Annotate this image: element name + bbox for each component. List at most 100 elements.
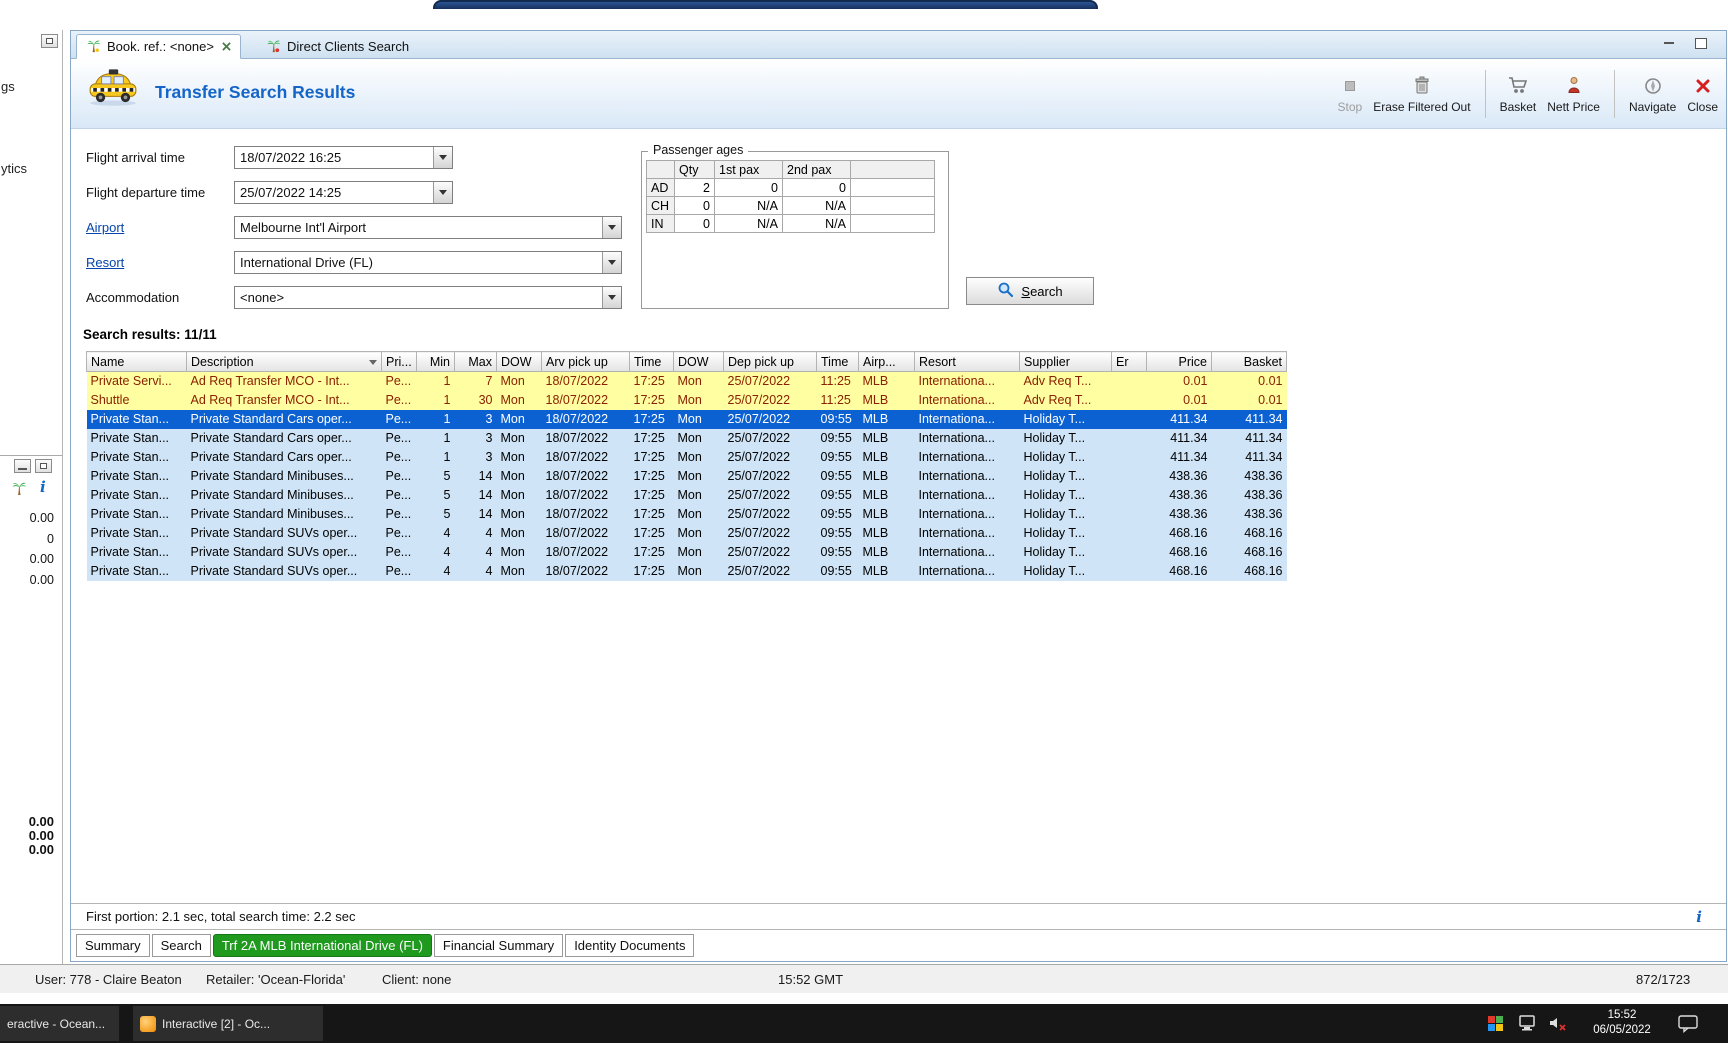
pane-minimize-button[interactable] xyxy=(14,459,31,473)
maximize-button[interactable] xyxy=(1693,37,1708,50)
accommodation-input[interactable] xyxy=(235,286,602,308)
result-cell: 3 xyxy=(485,450,493,464)
result-cell: 18/07/2022 xyxy=(545,450,609,464)
column-header[interactable]: Basket xyxy=(1211,351,1287,372)
result-cell: Private Stan... xyxy=(90,564,170,578)
result-cell: 5 xyxy=(443,488,451,502)
result-row[interactable]: Private Stan... Private Standard Minibuse… xyxy=(86,485,1287,505)
flight-departure-time-input[interactable] xyxy=(235,181,433,203)
minimize-button[interactable] xyxy=(1662,37,1677,50)
result-cell: 18/07/2022 xyxy=(545,393,609,407)
airport-link[interactable]: Airport xyxy=(86,220,124,235)
result-cell: 14 xyxy=(478,507,493,521)
notification-icon[interactable] xyxy=(1678,1015,1699,1038)
result-row[interactable]: Private Stan... Private Standard Cars ope… xyxy=(86,428,1287,448)
result-cell xyxy=(1112,486,1147,505)
column-header[interactable]: Min xyxy=(416,351,455,372)
result-cell: Holiday T... xyxy=(1023,488,1086,502)
column-header[interactable]: Description xyxy=(186,351,382,372)
toolbar-separator xyxy=(1484,70,1486,118)
result-row[interactable]: Private Stan... Private Standard Minibuse… xyxy=(86,504,1287,524)
network-icon[interactable] xyxy=(1518,1014,1538,1037)
search-form: Flight arrival time Flight departure tim… xyxy=(71,129,1726,321)
tab-direct-clients-search[interactable]: Direct Clients Search xyxy=(257,34,418,59)
erase-filtered-out-button[interactable]: Erase Filtered Out xyxy=(1373,75,1471,114)
basket-button[interactable]: Basket xyxy=(1500,75,1536,114)
result-cell: 09:55 xyxy=(820,545,852,559)
airport-input[interactable] xyxy=(235,216,602,238)
nett-price-button[interactable]: Nett Price xyxy=(1547,75,1600,114)
column-header[interactable]: Time xyxy=(816,351,859,372)
tab-book-ref[interactable]: Book. ref.: <none> xyxy=(76,34,241,59)
column-header[interactable]: Airp... xyxy=(858,351,915,372)
tab-search[interactable]: Search xyxy=(151,934,211,957)
tray-clock[interactable]: 15:52 06/05/2022 xyxy=(1582,1008,1662,1038)
result-cell: Pe... xyxy=(385,431,412,445)
column-header[interactable]: Time xyxy=(629,351,674,372)
result-row[interactable]: Private Stan... Private Standard SUVs ope… xyxy=(86,561,1287,581)
result-cell xyxy=(1112,467,1147,486)
pax-row-infants[interactable]: IN 0 N/A N/A xyxy=(646,214,935,233)
column-header[interactable]: Resort xyxy=(914,351,1020,372)
result-cell: MLB xyxy=(862,526,889,540)
result-cell: 25/07/2022 xyxy=(727,488,791,502)
resort-link[interactable]: Resort xyxy=(86,255,124,270)
result-cell: Private Stan... xyxy=(90,507,170,521)
result-cell: Pe... xyxy=(385,450,412,464)
result-cell: 411.34 xyxy=(1245,431,1283,445)
dropdown-button[interactable] xyxy=(602,216,621,238)
column-header[interactable]: Dep pick up xyxy=(723,351,817,372)
pax-row-children[interactable]: CH 0 N/A N/A xyxy=(646,196,935,215)
search-button[interactable]: Search xyxy=(966,277,1094,305)
volume-muted-icon[interactable] xyxy=(1548,1015,1567,1037)
flight-arrival-time-input[interactable] xyxy=(235,146,433,168)
info-icon[interactable]: i xyxy=(1696,908,1702,926)
resort-input[interactable] xyxy=(235,251,602,273)
column-header[interactable]: Arv pick up xyxy=(541,351,630,372)
restore-icon xyxy=(46,38,53,44)
result-cell: Private Stan... xyxy=(90,412,170,426)
result-cell: Holiday T... xyxy=(1023,450,1086,464)
column-header[interactable]: Pri... xyxy=(381,351,417,372)
result-cell: 09:55 xyxy=(820,507,852,521)
tab-transfer-active[interactable]: Trf 2A MLB International Drive (FL) xyxy=(212,934,432,957)
result-row[interactable]: Private Stan... Private Standard SUVs ope… xyxy=(86,542,1287,562)
navigate-button[interactable]: Navigate xyxy=(1629,75,1676,114)
tab-identity-documents[interactable]: Identity Documents xyxy=(565,934,695,957)
column-header[interactable]: Price xyxy=(1146,351,1212,372)
result-cell: Private Stan... xyxy=(90,431,170,445)
column-header[interactable]: Supplier xyxy=(1019,351,1112,372)
result-cell: 0.01 xyxy=(1183,393,1208,407)
column-header[interactable]: DOW xyxy=(496,351,542,372)
tab-financial-summary[interactable]: Financial Summary xyxy=(433,934,564,957)
result-row[interactable]: Private Stan... Private Standard SUVs ope… xyxy=(86,523,1287,543)
result-row[interactable]: Private Stan... Private Standard Cars ope… xyxy=(86,409,1287,429)
info-icon[interactable]: i xyxy=(40,478,46,496)
tray-app-icon[interactable] xyxy=(1488,1016,1503,1031)
taskbar-item-2[interactable]: Interactive [2] - Oc... xyxy=(133,1006,323,1041)
result-cell: 18/07/2022 xyxy=(545,488,609,502)
column-header[interactable]: DOW xyxy=(673,351,724,372)
result-cell: 411.34 xyxy=(1170,431,1208,445)
result-row[interactable]: Private Stan... Private Standard Cars ope… xyxy=(86,447,1287,467)
result-cell: Holiday T... xyxy=(1023,431,1086,445)
result-row[interactable]: Private Servi... Ad Req Transfer MCO - In… xyxy=(86,371,1287,391)
close-button[interactable]: Close xyxy=(1687,75,1718,114)
tab-close-icon[interactable] xyxy=(222,42,231,51)
result-row[interactable]: Private Stan... Private Standard Minibuse… xyxy=(86,466,1287,486)
tab-summary[interactable]: Summary xyxy=(76,934,150,957)
result-row[interactable]: Shuttle Ad Req Transfer MCO - Int... Pe...… xyxy=(86,390,1287,410)
column-header[interactable]: Max xyxy=(454,351,497,372)
result-cell: Mon xyxy=(500,374,525,389)
panel-restore-button[interactable] xyxy=(41,34,58,48)
dropdown-button[interactable] xyxy=(602,251,621,273)
column-header[interactable]: Er xyxy=(1111,351,1147,372)
stop-button[interactable]: Stop xyxy=(1338,75,1362,114)
pax-row-adults[interactable]: AD 2 0 0 xyxy=(646,178,935,197)
column-header[interactable]: Name xyxy=(86,351,187,372)
dropdown-button[interactable] xyxy=(602,286,621,308)
dropdown-button[interactable] xyxy=(433,181,452,203)
pane-restore-button[interactable] xyxy=(35,459,52,473)
dropdown-button[interactable] xyxy=(433,146,452,168)
taskbar-item-1[interactable]: eractive - Ocean... xyxy=(0,1006,119,1041)
